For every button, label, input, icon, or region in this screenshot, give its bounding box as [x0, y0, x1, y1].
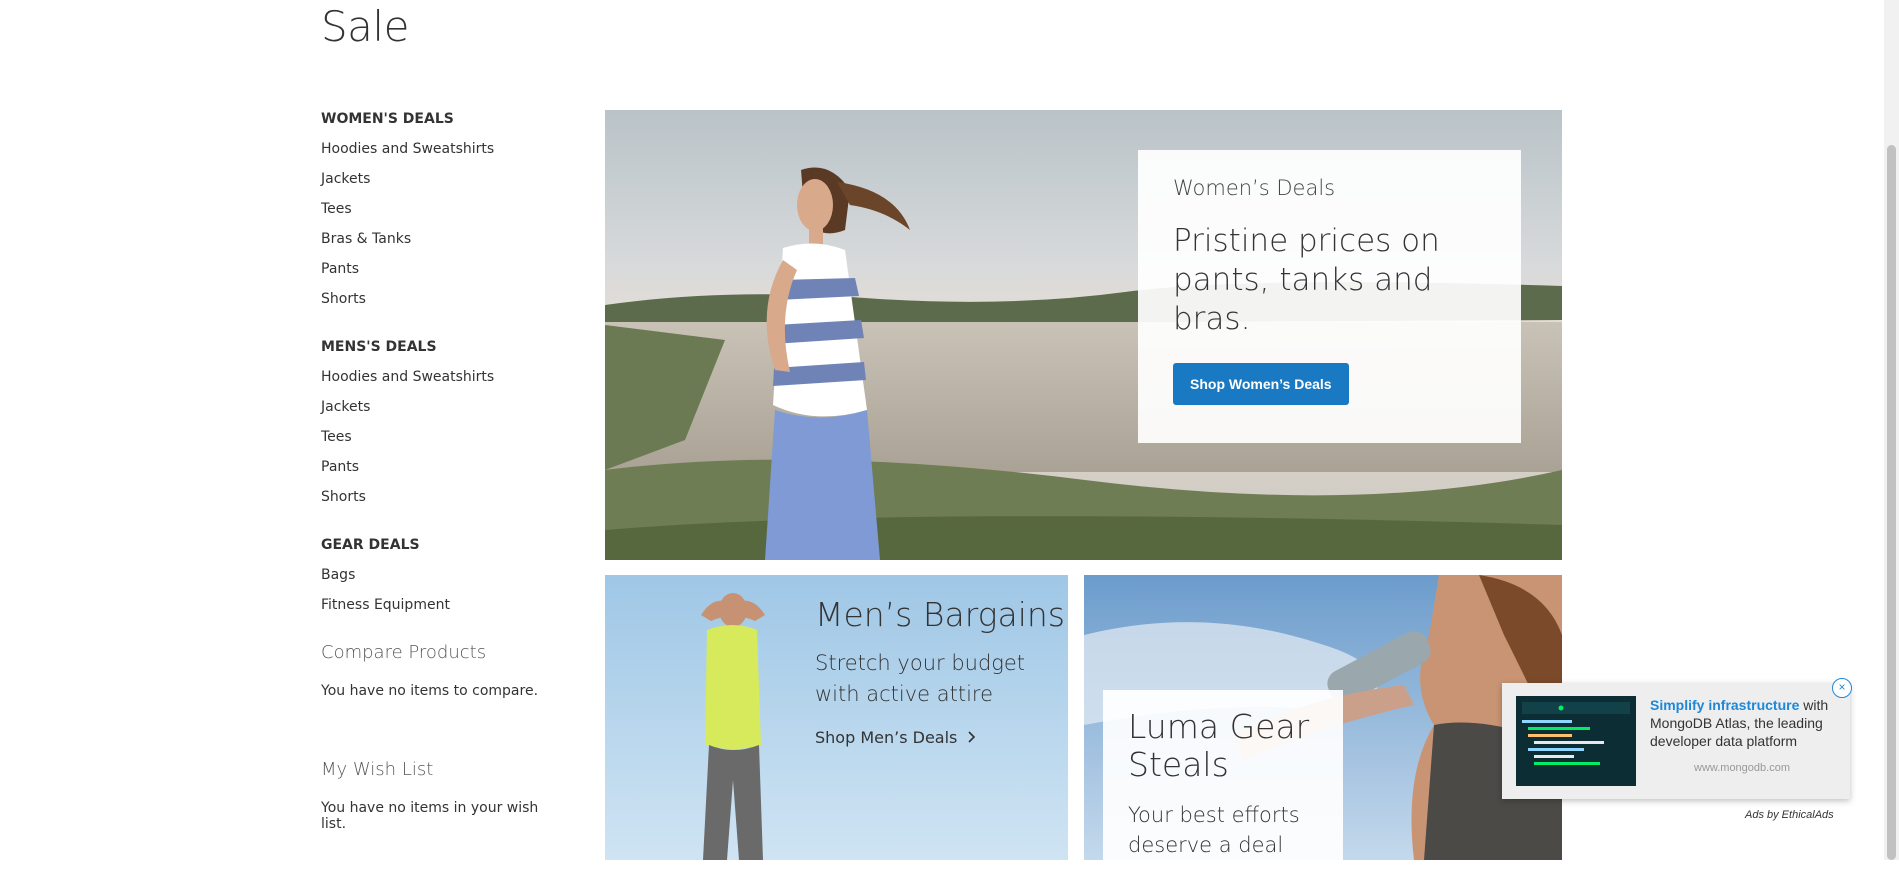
womens-deals-kicker: Women’s Deals [1173, 176, 1336, 200]
sidebar: WOMEN'S DEALS Hoodies and Sweatshirts Ja… [321, 108, 561, 892]
wishlist-empty-text: You have no items in your wish list. [321, 800, 539, 832]
ethical-ad[interactable]: Simplify infrastructure with MongoDB Atl… [1502, 683, 1850, 799]
category-link[interactable]: Fitness Equipment [321, 594, 561, 616]
category-list-men: Hoodies and Sweatshirts Jackets Tees Pan… [321, 366, 561, 508]
compare-products-block: Compare Products You have no items to co… [321, 642, 561, 699]
page-scrollbar[interactable] [1884, 0, 1899, 860]
mens-bargains-tile[interactable]: Men’s Bargains Stretch your budget with … [605, 575, 1068, 860]
shop-womens-deals-button[interactable]: Shop Women’s Deals [1173, 363, 1349, 405]
wishlist-title: My Wish List [321, 759, 434, 780]
womens-deals-banner[interactable]: Women’s Deals Pristine prices on pants, … [605, 110, 1562, 560]
category-link[interactable]: Hoodies and Sweatshirts [321, 138, 561, 160]
mens-bargains-title: Men’s Bargains [815, 595, 1065, 634]
category-link[interactable]: Pants [321, 258, 561, 280]
category-group-men: MENS'S DEALS Hoodies and Sweatshirts Jac… [321, 336, 561, 508]
category-list-gear: Bags Fitness Equipment [321, 564, 561, 616]
close-icon[interactable]: × [1832, 678, 1852, 698]
category-title-women: WOMEN'S DEALS [321, 111, 454, 127]
ad-domain: www.mongodb.com [1694, 762, 1790, 774]
compare-products-empty-text: You have no items to compare. [321, 683, 539, 699]
category-link[interactable]: Tees [321, 426, 561, 448]
compare-products-title: Compare Products [321, 642, 487, 663]
category-link[interactable]: Shorts [321, 288, 561, 310]
mens-bargains-text: Men’s Bargains Stretch your budget with … [815, 595, 1065, 747]
ad-text[interactable]: Simplify infrastructure with MongoDB Atl… [1650, 696, 1842, 750]
category-title-gear: GEAR DEALS [321, 537, 420, 553]
page-title: Sale [321, 2, 409, 51]
category-title-men: MENS'S DEALS [321, 339, 437, 355]
chevron-right-icon [966, 728, 976, 747]
womens-deals-panel: Women’s Deals Pristine prices on pants, … [1138, 150, 1521, 443]
category-link[interactable]: Tees [321, 198, 561, 220]
category-link[interactable]: Pants [321, 456, 561, 478]
ad-headline[interactable]: Simplify infrastructure [1650, 697, 1799, 713]
luma-gear-steals-title: Luma Gear Steals [1128, 707, 1310, 784]
category-group-women: WOMEN'S DEALS Hoodies and Sweatshirts Ja… [321, 108, 561, 310]
luma-gear-steals-panel: Luma Gear Steals Your best efforts deser… [1103, 690, 1343, 860]
mens-bargains-subtitle: Stretch your budget with active attire [815, 651, 1026, 706]
category-list-women: Hoodies and Sweatshirts Jackets Tees Bra… [321, 138, 561, 310]
category-link[interactable]: Jackets [321, 396, 561, 418]
scrollbar-thumb[interactable] [1887, 145, 1896, 860]
ad-attribution[interactable]: Ads by EthicalAds [1745, 809, 1834, 821]
category-link[interactable]: Bras & Tanks [321, 228, 561, 250]
shop-mens-deals-link[interactable]: Shop Men’s Deals [815, 728, 976, 747]
category-link[interactable]: Shorts [321, 486, 561, 508]
luma-gear-steals-tile[interactable]: Luma Gear Steals Your best efforts deser… [1084, 575, 1562, 860]
category-group-gear: GEAR DEALS Bags Fitness Equipment [321, 534, 561, 616]
category-link[interactable]: Hoodies and Sweatshirts [321, 366, 561, 388]
wishlist-block: My Wish List You have no items in your w… [321, 759, 561, 832]
category-link[interactable]: Bags [321, 564, 561, 586]
womens-deals-headline: Pristine prices on pants, tanks and bras… [1173, 223, 1440, 337]
category-link[interactable]: Jackets [321, 168, 561, 190]
shop-mens-deals-label: Shop Men’s Deals [815, 728, 958, 747]
luma-gear-steals-subtitle: Your best efforts deserve a deal [1128, 803, 1300, 857]
ad-image [1516, 696, 1636, 786]
